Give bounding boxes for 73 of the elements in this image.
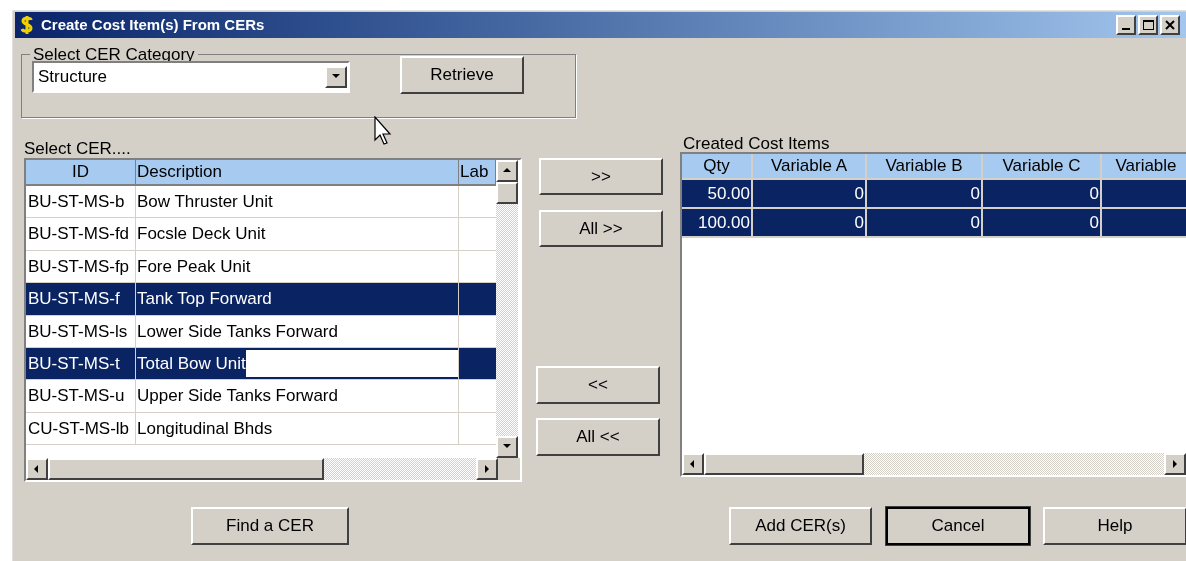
table-cell: 0 (753, 180, 867, 207)
table-cell: 100.00 (682, 209, 753, 236)
column-header[interactable]: ID (26, 160, 136, 184)
column-header[interactable]: Variable C (983, 154, 1102, 178)
table-cell: 0 (983, 209, 1102, 236)
table-cell: 0 (753, 209, 867, 236)
scrollbar-corner (498, 458, 520, 480)
column-header[interactable]: Variable (1102, 154, 1186, 178)
table-cell-text: Tank Top Forward (136, 288, 272, 311)
table-cell-text: Total Bow Unit (136, 352, 246, 375)
find-button[interactable]: Find a CER (191, 507, 349, 545)
scroll-left-icon[interactable] (26, 458, 48, 480)
scroll-right-icon[interactable] (1164, 453, 1186, 475)
table-cell: 0 (867, 209, 983, 236)
column-header[interactable]: Description (136, 160, 459, 184)
table-row[interactable]: 50.00 0 0 0 (682, 180, 1186, 209)
table-row[interactable]: BU-ST-MS-ls Lower Side Tanks Forward (26, 315, 496, 348)
table-row[interactable]: CU-ST-MS-lb Longitudinal Bhds (26, 412, 496, 446)
table-cell: 0 (983, 180, 1102, 207)
table-row[interactable]: BU-ST-MS-t Total Bow Unit (26, 347, 496, 381)
column-header[interactable]: Variable A (753, 154, 867, 178)
remove-all-button[interactable]: All << (536, 418, 660, 456)
vertical-scrollbar[interactable] (496, 160, 518, 458)
items-label: Created Cost Items (683, 136, 831, 152)
column-header[interactable]: Variable B (867, 154, 983, 178)
remove-selected-button[interactable]: << (536, 366, 660, 404)
table-cell-text: Upper Side Tanks Forward (136, 385, 338, 408)
table-cell-text: Longitudinal Bhds (136, 417, 273, 440)
column-header[interactable]: Qty (682, 154, 753, 178)
table-cell: BU-ST-MS-f (26, 283, 136, 315)
table-row[interactable]: BU-ST-MS-f Tank Top Forward (26, 283, 496, 316)
add-selected-button[interactable]: >> (539, 158, 663, 195)
add-all-button[interactable]: All >> (539, 210, 663, 247)
horizontal-scrollbar[interactable] (26, 458, 498, 480)
retrieve-button[interactable]: Retrieve (400, 55, 524, 94)
add-button[interactable]: Add CER(s) (729, 507, 872, 545)
table-cell: 0 (867, 180, 983, 207)
table-cell: BU-ST-MS-fp (26, 250, 136, 283)
scroll-left-icon[interactable] (682, 453, 704, 475)
table-cell: BU-ST-MS-fd (26, 218, 136, 250)
table-cell: BU-ST-MS-u (26, 380, 136, 412)
list-label: Select CER.... (24, 138, 132, 158)
window-title: Create Cost Item(s) From CERs (41, 14, 265, 35)
table-cell-text: Focsle Deck Unit (136, 223, 266, 246)
scroll-thumb[interactable] (704, 453, 864, 475)
cell-edit-field[interactable] (245, 349, 458, 378)
table-row[interactable]: BU-ST-MS-u Upper Side Tanks Forward (26, 380, 496, 413)
scroll-down-icon[interactable] (496, 436, 518, 458)
table-cell: CU-ST-MS-lb (26, 412, 136, 445)
table-row[interactable]: 100.00 0 0 0 (682, 209, 1186, 238)
cancel-button[interactable]: Cancel (886, 507, 1030, 545)
table-cell: BU-ST-MS-t (26, 347, 136, 380)
scroll-up-icon[interactable] (496, 160, 518, 182)
close-icon[interactable] (1160, 15, 1180, 35)
table-row[interactable]: BU-ST-MS-fp Fore Peak Unit (26, 250, 496, 284)
table-cell-text: Bow Thruster Unit (136, 191, 273, 213)
scroll-thumb[interactable] (48, 458, 324, 480)
table-cell-text: Fore Peak Unit (136, 255, 251, 278)
scroll-right-icon[interactable] (476, 458, 498, 480)
help-button[interactable]: Help (1043, 507, 1186, 545)
horizontal-scrollbar[interactable] (682, 453, 1186, 475)
scroll-thumb[interactable] (496, 182, 518, 204)
table-cell: BU-ST-MS-b (26, 186, 136, 218)
mouse-pointer-icon (374, 116, 392, 146)
dollar-icon (19, 15, 35, 35)
table-row[interactable]: BU-ST-MS-b Bow Thruster Unit (26, 186, 496, 219)
table-cell: 50.00 (682, 180, 753, 207)
table-row[interactable]: BU-ST-MS-fd Focsle Deck Unit (26, 218, 496, 251)
table-cell-text: Lower Side Tanks Forward (136, 320, 338, 343)
maximize-icon[interactable] (1138, 15, 1158, 35)
category-dropdown[interactable]: Structure (32, 60, 350, 93)
minimize-icon[interactable] (1116, 15, 1136, 35)
table-cell: BU-ST-MS-ls (26, 315, 136, 347)
